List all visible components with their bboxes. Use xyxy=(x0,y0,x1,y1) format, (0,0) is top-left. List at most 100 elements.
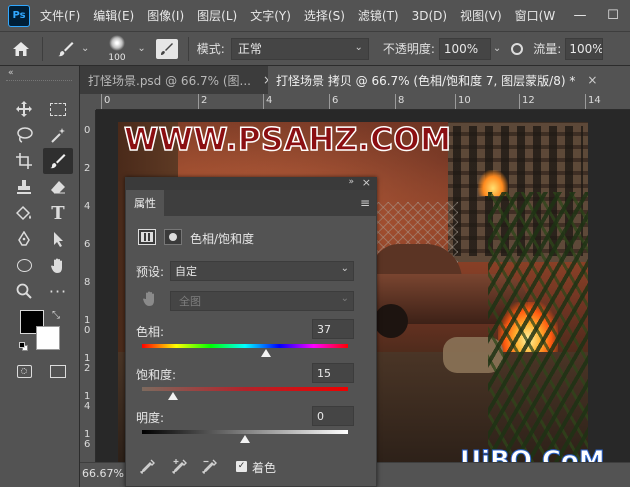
minimize-button[interactable]: — xyxy=(565,0,595,31)
ruler-tick xyxy=(395,94,396,109)
eraser-tool-icon[interactable] xyxy=(43,174,73,200)
screen-mode-icon[interactable] xyxy=(43,358,73,384)
collapse-panel-icon[interactable]: » xyxy=(348,177,354,187)
tab-document-1[interactable]: 打怪场景.psd @ 66.7% (图... × xyxy=(80,66,268,94)
menu-view[interactable]: 视图(V) xyxy=(460,7,502,24)
colorize-checkbox[interactable]: ✓ xyxy=(236,461,247,472)
ruler-tick-label: 10 xyxy=(458,95,471,106)
saturation-label: 饱和度: xyxy=(136,368,177,382)
lightness-input[interactable]: 0 xyxy=(312,406,354,426)
mode-select[interactable]: 正常 ⌄ xyxy=(230,37,369,60)
move-tool-icon[interactable] xyxy=(9,96,39,122)
lightness-slider-track[interactable] xyxy=(142,430,348,434)
path-selection-tool-icon[interactable] xyxy=(43,226,73,252)
home-icon[interactable] xyxy=(0,41,42,57)
zoom-level[interactable]: 66.67% xyxy=(82,467,124,480)
flow-value: 100% xyxy=(569,41,604,56)
saturation-input[interactable]: 15 xyxy=(312,363,354,383)
adjustment-layer-icon[interactable] xyxy=(138,229,156,245)
hue-input[interactable]: 37 xyxy=(312,319,354,339)
tab-label: 打怪场景 拷贝 @ 66.7% (色相/饱和度 7, 图层蒙版/8) * xyxy=(276,73,576,88)
target-adjustment-hand-icon[interactable] xyxy=(142,290,158,310)
brush-preset-picker[interactable]: 100 xyxy=(103,33,137,65)
chevron-down-icon[interactable]: ⌄ xyxy=(137,43,145,54)
ruler-tick xyxy=(329,94,330,109)
corner-watermark: UiBQ.CoM xyxy=(460,446,606,463)
chevron-down-icon[interactable]: ⌄ xyxy=(493,43,501,54)
swap-colors-icon[interactable]: ⤡ xyxy=(52,310,60,321)
menu-layer[interactable]: 图层(L) xyxy=(197,7,237,24)
brush-settings-icon[interactable] xyxy=(155,38,178,59)
brush-tool-icon[interactable] xyxy=(51,40,81,58)
marquee-tool-icon[interactable] xyxy=(43,96,73,122)
tab-document-2[interactable]: 打怪场景 拷贝 @ 66.7% (色相/饱和度 7, 图层蒙版/8) * × xyxy=(268,66,630,94)
eyedropper-icon[interactable] xyxy=(139,458,156,477)
eyedropper-add-icon[interactable] xyxy=(171,458,188,477)
collapse-panel-icon[interactable]: « xyxy=(8,68,14,78)
saturation-slider-thumb[interactable] xyxy=(167,392,178,400)
ellipse-tool-icon[interactable] xyxy=(9,252,39,278)
menu-select[interactable]: 选择(S) xyxy=(304,7,345,24)
photoshop-logo-icon: Ps xyxy=(8,4,30,27)
menu-type[interactable]: 文字(Y) xyxy=(250,7,291,24)
close-icon[interactable]: × xyxy=(587,73,597,87)
tab-properties[interactable]: 属性 xyxy=(126,190,164,216)
layer-mask-icon[interactable] xyxy=(164,229,182,245)
document-tabs: 打怪场景.psd @ 66.7% (图... × 打怪场景 拷贝 @ 66.7%… xyxy=(80,66,630,94)
saturation-slider-track[interactable] xyxy=(142,387,348,391)
vertical-ruler[interactable]: 0 2 4 6 8 1 0 1 2 1 4 1 6 xyxy=(80,110,96,462)
flow-label: 流量: xyxy=(533,42,562,56)
chevron-down-icon: ⌄ xyxy=(340,263,349,274)
ruler-tick xyxy=(519,94,520,109)
type-tool-icon[interactable]: T xyxy=(43,200,73,226)
preset-select[interactable]: 自定 ⌄ xyxy=(170,261,354,281)
ruler-tick-label: 8 xyxy=(84,277,91,288)
panel-menu-icon[interactable]: ≡ xyxy=(360,196,370,210)
chevron-down-icon: ⌄ xyxy=(340,293,349,304)
menu-3d[interactable]: 3D(D) xyxy=(412,9,447,23)
hue-label: 色相: xyxy=(136,325,165,339)
panel-titlebar[interactable]: » × xyxy=(126,176,376,190)
preset-label: 预设: xyxy=(136,265,165,279)
pen-tool-icon[interactable] xyxy=(9,226,39,252)
menu-edit[interactable]: 编辑(E) xyxy=(93,7,134,24)
more-tools-icon[interactable]: ··· xyxy=(43,278,73,304)
zoom-tool-icon[interactable] xyxy=(9,278,39,304)
paint-bucket-tool-icon[interactable] xyxy=(9,200,39,226)
ruler-corner xyxy=(80,94,96,110)
flow-input[interactable]: 100% xyxy=(565,37,604,60)
brush-size-value: 100 xyxy=(108,52,126,63)
mode-label: 模式: xyxy=(196,42,225,56)
menu-image[interactable]: 图像(I) xyxy=(147,7,184,24)
chevron-down-icon[interactable]: ⌄ xyxy=(81,43,89,54)
pressure-opacity-icon[interactable] xyxy=(511,42,524,55)
opacity-input[interactable]: 100% xyxy=(438,37,491,60)
eyedropper-subtract-icon[interactable] xyxy=(201,458,218,477)
maximize-button[interactable]: ☐ xyxy=(598,0,628,31)
menu-filter[interactable]: 滤镜(T) xyxy=(358,7,399,24)
close-icon[interactable]: × xyxy=(362,176,371,189)
opacity-label: 不透明度: xyxy=(382,42,435,56)
ruler-tick-label: 1 0 xyxy=(84,315,91,336)
ruler-tick-label: 0 xyxy=(104,95,111,106)
hand-tool-icon[interactable] xyxy=(43,252,73,278)
hue-value: 37 xyxy=(317,322,331,336)
menu-window[interactable]: 窗口(W xyxy=(515,7,556,24)
background-color-swatch[interactable] xyxy=(36,326,60,350)
default-colors-icon[interactable] xyxy=(19,342,28,351)
lightness-slider-thumb[interactable] xyxy=(240,435,250,443)
hue-slider-track[interactable] xyxy=(142,344,348,348)
hue-slider-thumb[interactable] xyxy=(261,349,272,357)
stamp-tool-icon[interactable] xyxy=(9,174,39,200)
channel-select[interactable]: 全图 ⌄ xyxy=(170,291,354,311)
menu-file[interactable]: 文件(F) xyxy=(40,7,80,24)
lasso-tool-icon[interactable] xyxy=(9,122,39,148)
channel-select-value: 全图 xyxy=(179,295,201,308)
magic-wand-tool-icon[interactable] xyxy=(43,122,73,148)
horizontal-ruler[interactable]: 024681012141618202224 xyxy=(96,94,630,110)
tab-label: 打怪场景.psd @ 66.7% (图... xyxy=(88,73,251,88)
brush-tool-icon[interactable] xyxy=(43,148,73,174)
tool-panel: « T ··· ⤡ xyxy=(0,66,80,487)
crop-tool-icon[interactable] xyxy=(9,148,39,174)
quick-mask-icon[interactable] xyxy=(9,358,39,384)
